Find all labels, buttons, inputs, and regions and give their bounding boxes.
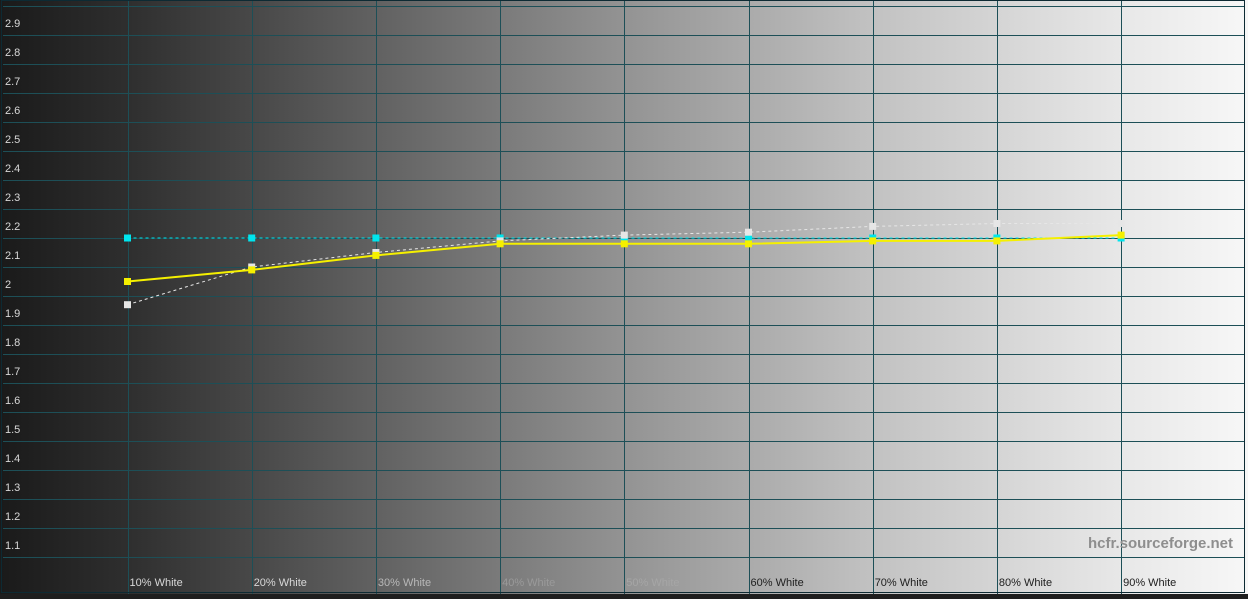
- x-tick-label: 40% White: [502, 577, 555, 589]
- y-tick-label: 1.6: [5, 395, 20, 407]
- gamma-chart: 1.1 1.2 1.3 1.4 1.5 1.6 1.7 1.8 1.9 2 2.1 2.2 2.3 2.4…: [0, 0, 1248, 594]
- series-point-1: [124, 301, 131, 309]
- y-tick-label: 2.8: [5, 47, 20, 59]
- series-point-2: [993, 237, 1001, 245]
- x-tick-label: 50% White: [626, 577, 679, 589]
- series-point-2: [745, 240, 752, 248]
- y-tick-label: 2.7: [5, 76, 20, 88]
- y-tick-label: 1.5: [5, 424, 20, 436]
- watermark-text: hcfr.sourceforge.net: [1088, 535, 1233, 552]
- y-tick-label: 2.4: [5, 163, 20, 175]
- y-tick-label: 1.1: [5, 540, 20, 552]
- y-tick-label: 2.9: [5, 18, 20, 30]
- x-tick-label: 80% White: [999, 577, 1052, 589]
- x-tick-label: 90% White: [1123, 577, 1176, 589]
- y-tick-label: 1.2: [5, 511, 20, 523]
- series-point-2: [1117, 231, 1125, 239]
- y-tick-label: 2.6: [5, 105, 20, 117]
- y-tick-label: 2.2: [5, 221, 20, 233]
- y-tick-label: 2: [5, 279, 11, 291]
- series-point-1: [1117, 220, 1125, 227]
- x-tick-label: 10% White: [130, 577, 183, 589]
- series-point-1: [869, 222, 877, 230]
- x-tick-label: 70% White: [875, 577, 928, 589]
- y-tick-label: 2.3: [5, 192, 20, 204]
- series-point-1: [993, 220, 1001, 227]
- y-tick-label: 2.1: [5, 250, 20, 262]
- y-tick-label: 1.8: [5, 337, 20, 349]
- x-tick-label: 30% White: [378, 577, 431, 589]
- y-tick-label: 1.4: [5, 453, 20, 465]
- series-point-1: [620, 231, 628, 239]
- y-tick-label: 2.5: [5, 134, 20, 146]
- series-point-0: [372, 234, 380, 242]
- series-point-0: [248, 234, 256, 242]
- series-point-2: [620, 240, 628, 248]
- series-point-2: [496, 240, 504, 248]
- x-tick-label: 20% White: [254, 577, 307, 589]
- y-tick-label: 1.3: [5, 482, 20, 494]
- series-point-2: [372, 251, 380, 259]
- y-tick-label: 1.9: [5, 308, 20, 320]
- y-tick-label: 1.7: [5, 366, 20, 378]
- series-point-2: [124, 278, 131, 285]
- chart-canvas: 1.1 1.2 1.3 1.4 1.5 1.6 1.7 1.8 1.9 2 2.1 2.2 2.3 2.4…: [0, 0, 1248, 594]
- series-point-2: [869, 237, 877, 245]
- series-point-1: [745, 228, 752, 236]
- series-point-0: [124, 234, 131, 242]
- series-point-2: [248, 266, 256, 274]
- x-tick-label: 60% White: [751, 577, 804, 589]
